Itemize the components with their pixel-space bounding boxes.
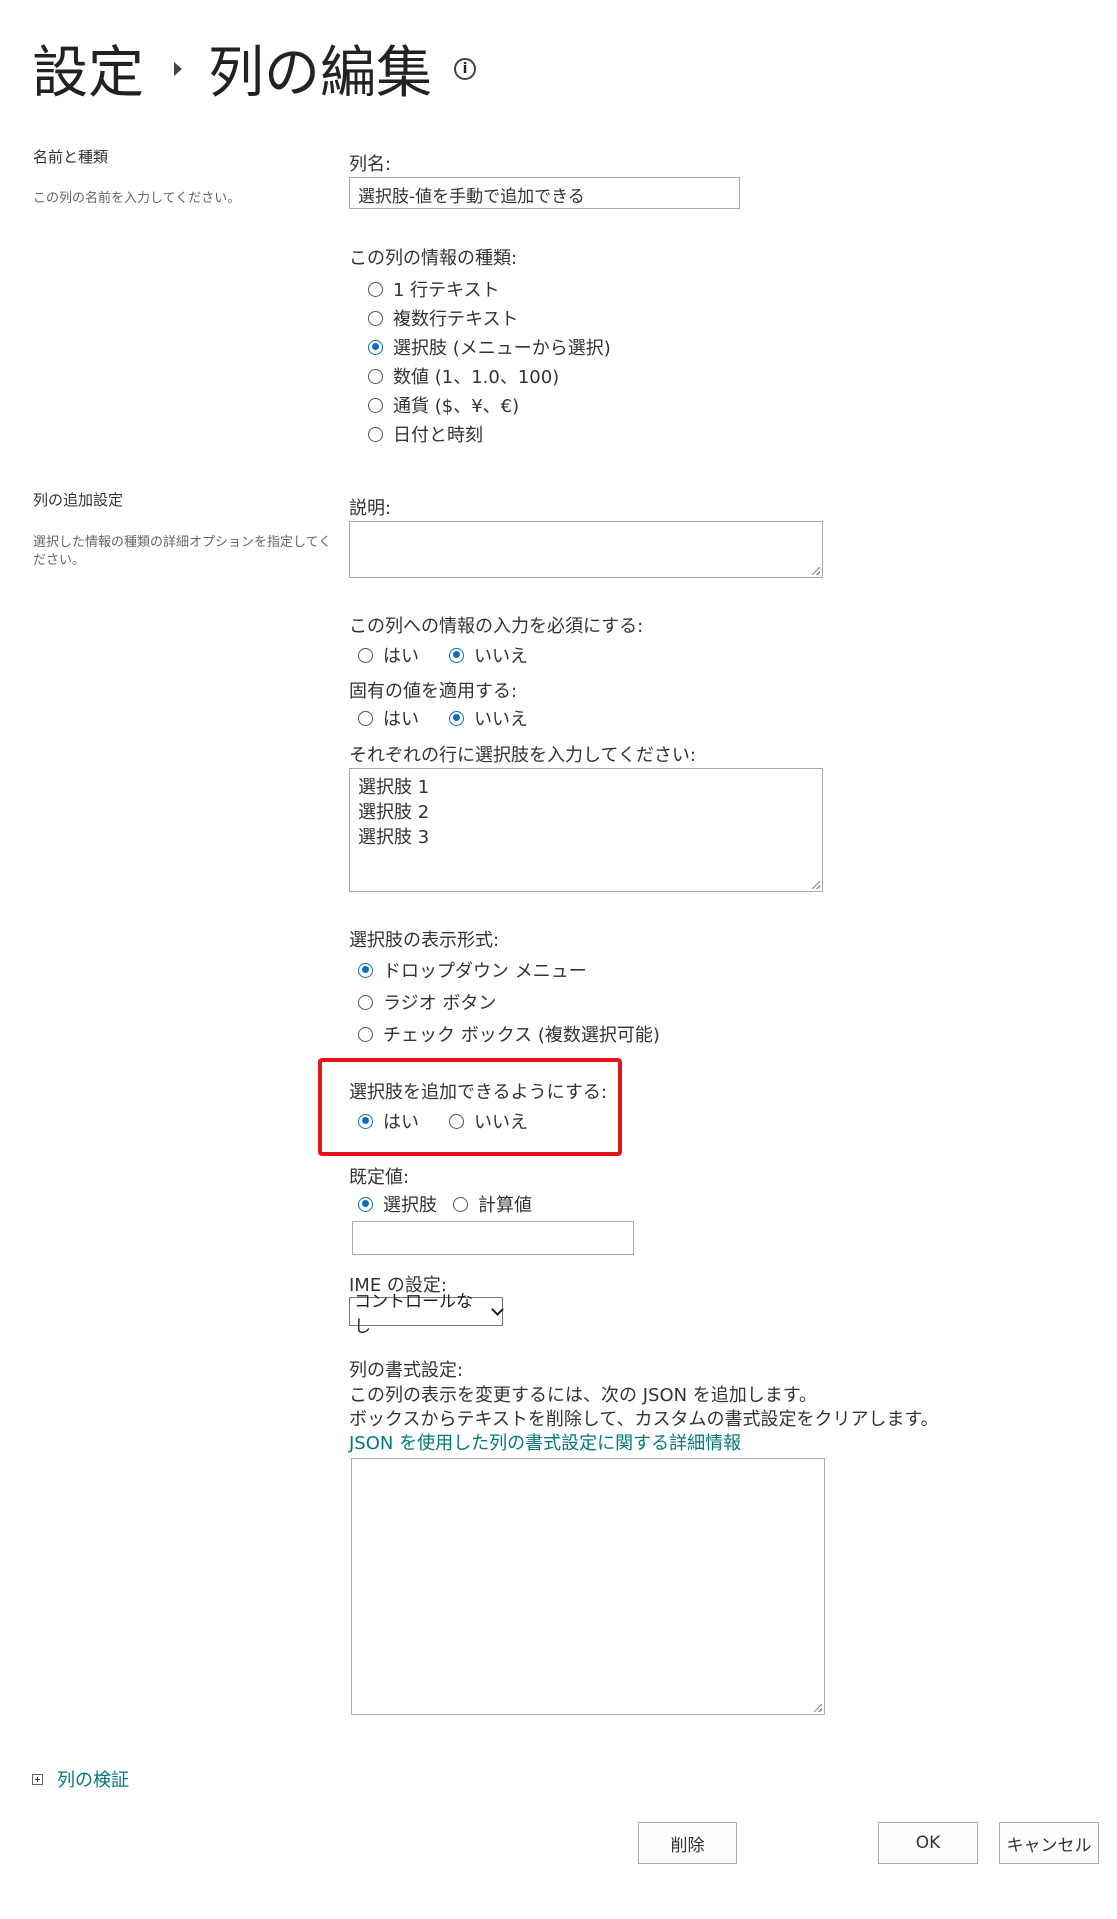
radio-icon[interactable] — [453, 1196, 468, 1212]
fill-in-yes[interactable]: はい — [358, 1109, 419, 1133]
delete-button[interactable]: 削除 — [638, 1822, 737, 1864]
fill-in-no[interactable]: いいえ — [449, 1109, 528, 1133]
choice-line: 選択肢 2 — [358, 802, 430, 823]
description-label: 説明: — [349, 498, 392, 519]
ime-select[interactable]: コントロールなし — [349, 1292, 504, 1337]
radio-icon[interactable] — [368, 368, 383, 384]
default-choice[interactable]: 選択肢 — [358, 1192, 437, 1216]
column-name-label: 列名: — [349, 154, 392, 175]
display-format-option[interactable]: ドロップダウン メニュー — [358, 958, 660, 982]
radio-selected-icon[interactable] — [449, 710, 464, 726]
chevron-down-icon — [491, 1303, 504, 1316]
required-options: はい いいえ — [358, 643, 558, 667]
radio-icon[interactable] — [368, 310, 383, 326]
ok-button[interactable]: OK — [878, 1822, 978, 1864]
display-format-option[interactable]: チェック ボックス (複数選択可能) — [358, 1022, 660, 1046]
unique-label: 固有の値を適用する: — [349, 681, 518, 702]
info-type-options: 1 行テキスト 複数行テキスト 選択肢 (メニューから選択) 数値 (1、1.0… — [368, 277, 611, 446]
description-textarea[interactable] — [349, 521, 823, 578]
info-type-option[interactable]: 選択肢 (メニューから選択) — [368, 335, 611, 359]
display-format-label: 選択肢の表示形式: — [349, 930, 500, 951]
radio-icon[interactable] — [368, 426, 383, 442]
formatting-help-line2: ボックスからテキストを削除して、カスタムの書式設定をクリアします。 — [349, 1409, 939, 1430]
radio-selected-icon[interactable] — [449, 647, 464, 663]
choice-line: 選択肢 3 — [358, 827, 430, 848]
info-type-option[interactable]: 1 行テキスト — [368, 277, 611, 301]
info-type-label: この列の情報の種類: — [349, 248, 518, 269]
info-type-option[interactable]: 通貨 ($、¥、€) — [368, 393, 611, 417]
display-format-option[interactable]: ラジオ ボタン — [358, 990, 660, 1014]
resize-grip-icon[interactable] — [814, 1704, 822, 1712]
resize-grip-icon[interactable] — [812, 567, 820, 575]
default-value-options: 選択肢 計算値 — [358, 1192, 562, 1216]
section-title-name-type: 名前と種類 — [33, 148, 109, 166]
radio-icon[interactable] — [358, 710, 373, 726]
formatting-learn-more-link[interactable]: JSON を使用した列の書式設定に関する詳細情報 — [349, 1429, 741, 1455]
choices-content: 選択肢 1 選択肢 2 選択肢 3 — [350, 769, 822, 856]
radio-icon[interactable] — [368, 281, 383, 297]
column-validation-expander[interactable]: 列の検証 — [32, 1766, 129, 1792]
required-yes[interactable]: はい — [358, 643, 419, 667]
choice-line: 選択肢 1 — [358, 777, 430, 798]
page-title-text: 列の編集 — [208, 41, 432, 106]
column-validation-link[interactable]: 列の検証 — [57, 1766, 129, 1792]
breadcrumb-root[interactable]: 設定 — [32, 28, 144, 109]
default-value-label: 既定値: — [349, 1167, 410, 1188]
ime-selected-value: コントロールなし — [354, 1291, 473, 1337]
choices-label: それぞれの行に選択肢を入力してください: — [349, 745, 696, 766]
fill-in-label: 選択肢を追加できるようにする: — [349, 1082, 607, 1103]
unique-options: はい いいえ — [358, 706, 558, 730]
radio-selected-icon[interactable] — [368, 339, 383, 355]
info-type-option[interactable]: 複数行テキスト — [368, 306, 611, 330]
formatting-help-line1: この列の表示を変更するには、次の JSON を追加します。 — [349, 1385, 818, 1406]
page-title: 設定 列の編集 i — [32, 28, 476, 109]
column-name-input[interactable]: 選択肢-値を手動で追加できる — [349, 177, 740, 209]
unique-no[interactable]: いいえ — [449, 706, 528, 730]
required-no[interactable]: いいえ — [449, 643, 528, 667]
info-icon[interactable]: i — [454, 57, 476, 80]
radio-selected-icon[interactable] — [358, 1196, 373, 1212]
formatting-label: 列の書式設定: — [349, 1360, 464, 1381]
default-calculated[interactable]: 計算値 — [453, 1192, 532, 1216]
radio-icon[interactable] — [358, 647, 373, 663]
resize-grip-icon[interactable] — [812, 881, 820, 889]
radio-icon[interactable] — [358, 994, 373, 1010]
cancel-button[interactable]: キャンセル — [999, 1822, 1099, 1864]
unique-yes[interactable]: はい — [358, 706, 419, 730]
display-format-options: ドロップダウン メニュー ラジオ ボタン チェック ボックス (複数選択可能) — [358, 958, 660, 1046]
expand-plus-icon[interactable] — [32, 1773, 43, 1785]
radio-selected-icon[interactable] — [358, 962, 373, 978]
section-title-additional: 列の追加設定 — [33, 491, 124, 509]
fill-in-options: はい いいえ — [358, 1109, 558, 1133]
info-type-option[interactable]: 数値 (1、1.0、100) — [368, 364, 611, 388]
radio-selected-icon[interactable] — [358, 1113, 373, 1129]
highlight-box — [318, 1058, 622, 1156]
radio-icon[interactable] — [449, 1113, 464, 1129]
section-description-additional: 選択した情報の種類の詳細オプションを指定してください。 — [33, 535, 332, 568]
default-value-input[interactable] — [352, 1221, 634, 1255]
choices-textarea[interactable]: 選択肢 1 選択肢 2 選択肢 3 — [349, 768, 823, 892]
radio-icon[interactable] — [358, 1026, 373, 1042]
required-label: この列への情報の入力を必須にする: — [349, 616, 644, 637]
breadcrumb-separator-icon — [174, 61, 182, 76]
radio-icon[interactable] — [368, 397, 383, 413]
section-description-name-type: この列の名前を入力してください。 — [33, 191, 241, 206]
formatting-textarea[interactable] — [351, 1458, 825, 1715]
info-type-option[interactable]: 日付と時刻 — [368, 422, 611, 446]
